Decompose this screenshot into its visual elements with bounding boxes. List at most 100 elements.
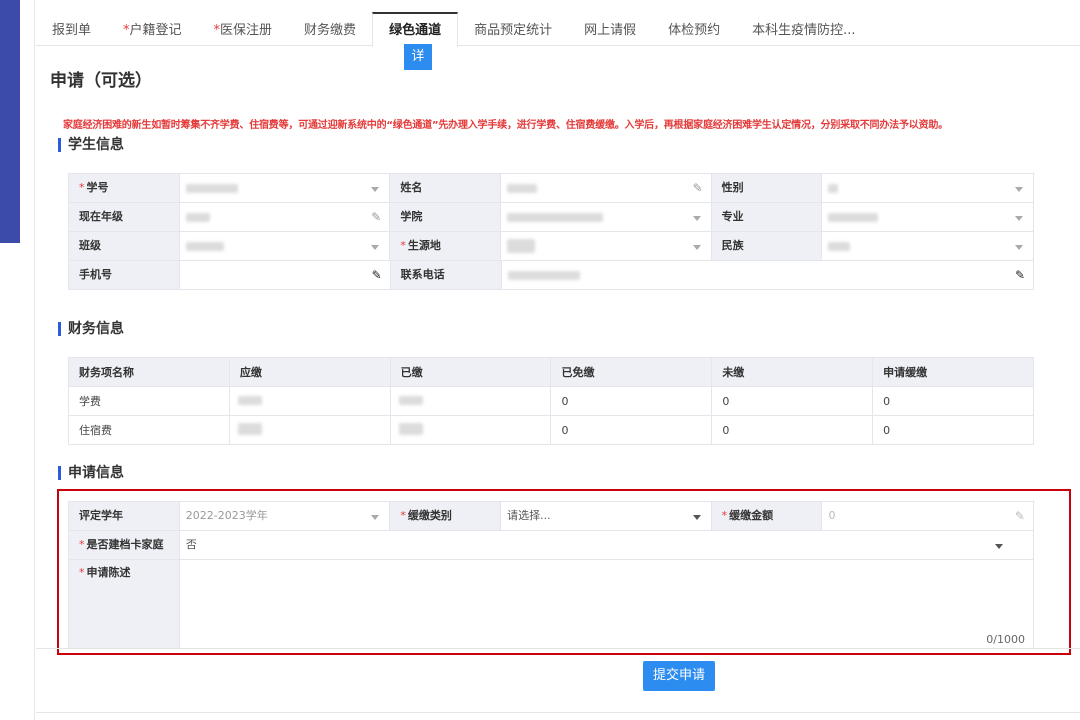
tab-medical-insurance[interactable]: *医保注册: [198, 12, 289, 46]
tab-label: 体检预约: [668, 23, 721, 38]
defer-type-placeholder: 请选择...: [507, 509, 551, 522]
redacted-value: [507, 184, 538, 193]
pencil-icon: ✎: [1014, 268, 1025, 282]
tab-household-registration[interactable]: *户籍登记: [107, 12, 198, 46]
origin-select[interactable]: [501, 232, 712, 260]
finance-info-title: 财务信息: [58, 321, 124, 337]
tab-report-form[interactable]: 报到单: [36, 12, 107, 46]
column-header: 已免缴: [550, 357, 713, 387]
name-field[interactable]: ✎: [501, 174, 712, 202]
chevron-down-icon: [1014, 187, 1023, 192]
required-mark: *: [400, 239, 406, 252]
redacted-value: [237, 423, 262, 435]
student-info-form: * 学号 姓名 ✎ 性别 现在年级 ✎ 学院 专业 班级 * 生源地 民族 手机号 …: [68, 173, 1034, 290]
tab-epidemic-control[interactable]: 本科生疫情防控...: [736, 12, 871, 46]
column-header: 申请缓缴: [872, 357, 1034, 387]
redacted-value: [828, 213, 879, 222]
statement-textarea[interactable]: 0/1000: [180, 560, 1033, 648]
contact-phone-input[interactable]: ✎: [502, 261, 1033, 289]
tab-label: 绿色通道: [389, 23, 442, 38]
defer-cell: 0: [872, 386, 1034, 416]
tab-physical-exam[interactable]: 体检预约: [652, 12, 736, 46]
label-text: 缓缴金额: [729, 509, 774, 522]
label-text: 民族: [721, 239, 744, 252]
label-text: 生源地: [407, 239, 441, 252]
amount-paid-cell: [389, 415, 552, 445]
defer-amount-input[interactable]: 0 ✎: [822, 502, 1033, 530]
tab-label: 本科生疫情防控...: [752, 23, 856, 38]
main-panel: 报到单 *户籍登记 *医保注册 财务缴费 绿色通道 商品预定统计 网上请假 体检…: [36, 0, 1080, 720]
submit-button[interactable]: 提交申请: [643, 661, 715, 691]
label-text: 是否建档卡家庭: [86, 538, 164, 551]
file-card-select[interactable]: 否: [180, 531, 1033, 559]
detail-button[interactable]: 详: [404, 44, 432, 70]
pencil-icon: ✎: [371, 210, 382, 224]
gender-label: 性别: [711, 174, 823, 202]
redacted-value: [398, 423, 423, 435]
college-select[interactable]: [501, 203, 712, 231]
chevron-down-icon: [371, 245, 380, 250]
form-row: * 学号 姓名 ✎ 性别: [69, 174, 1033, 203]
major-label: 专业: [711, 203, 823, 231]
label-text: 评定学年: [79, 509, 123, 522]
chevron-down-icon: [995, 544, 1003, 549]
pencil-icon: ✎: [1014, 509, 1025, 523]
class-label: 班级: [69, 232, 180, 260]
ethnicity-select[interactable]: [822, 232, 1033, 260]
tab-online-leave[interactable]: 网上请假: [568, 12, 652, 46]
chevron-down-icon: [692, 515, 701, 520]
form-row: 评定学年 2022-2023学年 * 缓缴类别 请选择... * 缓缴金额 0 ✎: [69, 502, 1033, 531]
label-text: 手机号: [79, 268, 112, 281]
defer-type-select[interactable]: 请选择...: [501, 502, 712, 530]
year-value: 2022-2023学年: [185, 509, 268, 522]
amount-paid-cell: [389, 386, 552, 416]
student-id-label: * 学号: [69, 174, 180, 202]
finance-table: 财务项名称 应缴 已缴 已免缴 未缴 申请缓缴 学费 0 0 0 住宿费 0 0…: [68, 357, 1034, 445]
column-header: 未缴: [711, 357, 874, 387]
defer-cell: 0: [872, 415, 1034, 445]
grade-label: 现在年级: [69, 203, 180, 231]
student-id-select[interactable]: [180, 174, 391, 202]
redacted-value: [507, 271, 580, 280]
character-counter: 0/1000: [986, 633, 1025, 646]
table-row: 住宿费 0 0 0: [68, 415, 1034, 445]
chevron-down-icon: [692, 216, 701, 221]
unpaid-cell: 0: [711, 386, 874, 416]
redacted-value: [398, 396, 423, 405]
student-info-title: 学生信息: [58, 137, 124, 153]
tab-label: 网上请假: [584, 23, 637, 38]
grade-field[interactable]: ✎: [180, 203, 391, 231]
application-form: 评定学年 2022-2023学年 * 缓缴类别 请选择... * 缓缴金额 0 ✎ *…: [68, 501, 1034, 649]
required-mark: *: [79, 538, 85, 551]
required-mark: *: [400, 509, 406, 522]
statement-label: * 申请陈述: [69, 560, 180, 648]
tab-goods-reservation[interactable]: 商品预定统计: [458, 12, 568, 46]
form-row: * 申请陈述 0/1000: [69, 560, 1033, 648]
class-select[interactable]: [180, 232, 391, 260]
notice-text: 家庭经济困难的新生如暂时筹集不齐学费、住宿费等，可通过迎新系统中的“绿色通道”先…: [63, 120, 948, 131]
label-text: 性别: [721, 181, 744, 194]
mobile-input[interactable]: ✎: [180, 261, 391, 289]
page-title: 申请（可选）: [50, 71, 152, 91]
tab-label: 报到单: [52, 23, 92, 38]
defer-type-label: * 缓缴类别: [390, 502, 502, 530]
table-row: 学费 0 0 0: [68, 386, 1034, 416]
label-text: 申请陈述: [86, 566, 131, 579]
major-select[interactable]: [822, 203, 1033, 231]
amount-due-cell: [228, 386, 391, 416]
defer-amount-value: 0: [828, 509, 836, 522]
chevron-down-icon: [1014, 245, 1023, 250]
label-text: 班级: [79, 239, 101, 252]
required-mark: *: [721, 509, 728, 522]
divider: [36, 648, 1080, 649]
year-select[interactable]: 2022-2023学年: [180, 502, 391, 530]
tab-label: 户籍登记: [129, 23, 182, 38]
label-text: 姓名: [400, 181, 423, 194]
gender-select[interactable]: [822, 174, 1033, 202]
name-label: 姓名: [390, 174, 502, 202]
tab-green-channel[interactable]: 绿色通道: [372, 12, 459, 47]
file-card-value: 否: [185, 538, 197, 551]
tab-finance-payment[interactable]: 财务缴费: [288, 12, 372, 46]
file-card-label: * 是否建档卡家庭: [69, 531, 180, 559]
label-text: 专业: [721, 210, 744, 223]
